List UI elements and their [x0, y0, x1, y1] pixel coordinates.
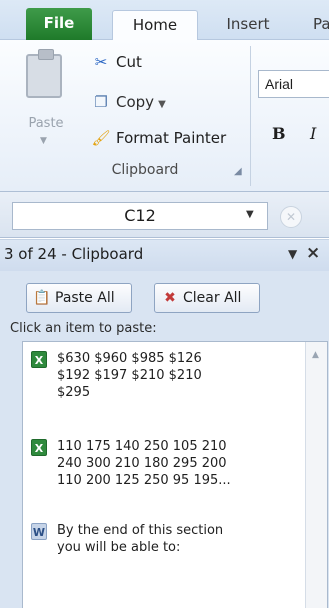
pane-options-icon[interactable]: ▼ — [288, 247, 297, 261]
paste-all-label: Paste All — [55, 290, 115, 306]
clipboard-item-text: By the end of this section you will be a… — [57, 523, 224, 555]
clipboard-item-text: 110 175 140 250 105 210 240 300 210 180 … — [57, 439, 231, 488]
cancel-icon[interactable]: ✕ — [280, 206, 302, 228]
tab-home[interactable]: Home — [112, 10, 198, 41]
name-box[interactable]: C12 — [12, 202, 268, 230]
paste-label: Paste — [28, 116, 64, 131]
chevron-down-icon: ▼ — [40, 136, 47, 146]
cut-button[interactable]: ✂ Cut — [90, 50, 142, 74]
paste-all-icon: 📋 — [33, 290, 51, 306]
dialog-launcher-icon[interactable]: ◢ — [234, 166, 242, 177]
clear-all-button[interactable]: ✖ Clear All — [154, 283, 260, 313]
word-icon: W — [31, 523, 47, 540]
paintbrush-icon: 🖌 — [91, 129, 111, 147]
bold-button[interactable]: B — [272, 124, 286, 143]
name-box-dropdown-icon[interactable]: ▼ — [246, 209, 254, 220]
tab-page-layout[interactable]: Pa — [313, 10, 329, 40]
paste-all-button[interactable]: 📋 Paste All — [26, 283, 132, 313]
copy-label: Copy — [116, 93, 155, 111]
clipboard-pane-title: 3 of 24 - Clipboard — [4, 245, 144, 263]
copy-button[interactable]: ❐ Copy ▼ — [90, 90, 166, 114]
scissors-icon: ✂ — [94, 53, 108, 71]
close-icon[interactable]: × — [306, 243, 320, 263]
clipboard-item-text: $630 $960 $985 $126 $192 $197 $210 $210 … — [57, 351, 202, 400]
clipboard-group-label: Clipboard — [111, 162, 179, 178]
group-divider — [250, 46, 251, 186]
excel-icon: X — [31, 439, 47, 456]
format-painter-button[interactable]: 🖌 Format Painter — [90, 126, 226, 150]
clear-all-icon: ✖ — [164, 290, 176, 306]
font-name-box[interactable]: Arial — [258, 70, 329, 98]
excel-icon: X — [31, 351, 47, 368]
scrollbar[interactable]: ▲ — [305, 342, 327, 608]
italic-button[interactable]: I — [310, 124, 316, 143]
tab-insert[interactable]: Insert — [218, 10, 278, 40]
ribbon-tab-bar: File Home Insert Pa — [0, 0, 329, 41]
clipboard-pane-header: 3 of 24 - Clipboard ▼ × — [0, 239, 329, 271]
paste-instruction: Click an item to paste: — [10, 321, 157, 336]
format-painter-label: Format Painter — [116, 129, 227, 147]
copy-icon: ❐ — [94, 93, 108, 111]
paste-button[interactable]: Paste ▼ — [16, 49, 66, 162]
clear-all-label: Clear All — [183, 290, 242, 306]
clipboard-pane: 📋 Paste All ✖ Clear All Click an item to p… — [0, 271, 329, 608]
formula-controls: ✕ — [272, 204, 329, 230]
cut-label: Cut — [116, 53, 142, 71]
clipboard-paste-icon — [26, 49, 62, 98]
ribbon-home: Paste ▼ ✂ Cut ❐ Copy ▼ 🖌 Format Painter Clip… — [0, 40, 329, 192]
tab-file[interactable]: File — [26, 8, 92, 40]
clipboard-item-list: X $630 $960 $985 $126 $192 $197 $210 $21… — [22, 341, 328, 608]
formula-bar: C12 ▼ ✕ — [0, 192, 329, 238]
copy-dropdown-icon[interactable]: ▼ — [158, 99, 166, 110]
scroll-up-icon[interactable]: ▲ — [312, 350, 319, 360]
